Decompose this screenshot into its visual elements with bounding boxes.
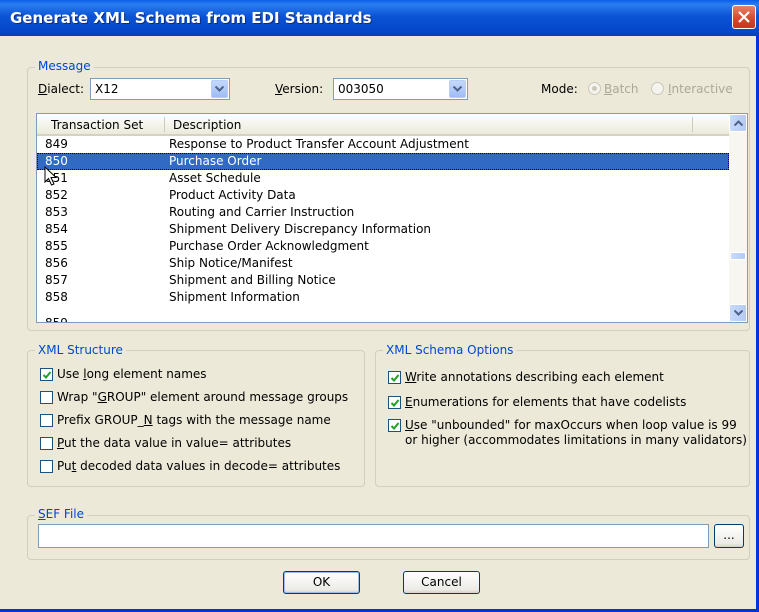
transaction-set-description: Product Activity Data (169, 188, 296, 202)
unbounded-label-line2: or higher (accommodates limitations in m… (405, 433, 747, 447)
transaction-set-code: 857 (45, 273, 68, 287)
checkmark-icon (390, 399, 400, 407)
decode-attributes-checkbox[interactable] (40, 460, 53, 473)
transaction-set-description: Shipment Delivery Discrepancy Informatio… (169, 222, 432, 236)
list-item-partial[interactable]: 859 (37, 307, 729, 322)
sef-file-input[interactable] (38, 524, 709, 548)
dialect-label: Dialect: (38, 82, 84, 96)
transaction-set-code: 853 (45, 205, 68, 219)
mode-interactive-label: Interactive (668, 82, 733, 96)
transaction-set-description: Purchase Order (169, 154, 262, 168)
column-header-description[interactable]: Description (173, 118, 241, 132)
decode-attributes-label: Put decoded data values in decode= attri… (57, 459, 341, 473)
list-item[interactable]: 858 Shipment Information (37, 289, 729, 306)
checkmark-icon (390, 374, 400, 382)
transaction-set-list[interactable]: Transaction Set Description 849 Response … (36, 113, 748, 323)
list-item[interactable]: 857 Shipment and Billing Notice (37, 272, 729, 289)
transaction-set-code: 856 (45, 256, 68, 270)
transaction-set-description: Ship Notice/Manifest (169, 256, 293, 270)
checkmark-icon (390, 422, 400, 430)
list-item[interactable]: 855 Purchase Order Acknowledgment (37, 238, 729, 255)
browse-button[interactable]: ... (714, 524, 744, 548)
list-item[interactable]: 856 Ship Notice/Manifest (37, 255, 729, 272)
list-item[interactable]: 853 Routing and Carrier Instruction (37, 204, 729, 221)
mode-label: Mode: (541, 82, 578, 96)
list-item[interactable]: 854 Shipment Delivery Discrepancy Informa… (37, 221, 729, 238)
message-group-label: Message (35, 59, 94, 73)
chevron-down-icon (215, 86, 224, 92)
close-icon (738, 11, 750, 23)
transaction-set-description: Purchase Order Acknowledgment (169, 239, 369, 253)
version-select[interactable]: 003050 (333, 78, 468, 100)
checkmark-icon (42, 371, 52, 379)
column-header-transaction-set[interactable]: Transaction Set (51, 118, 143, 132)
prefix-group-label: Prefix GROUP_N tags with the message nam… (57, 413, 331, 427)
transaction-set-description: Shipment and Billing Notice (169, 273, 336, 287)
write-annotations-checkbox[interactable] (388, 371, 401, 384)
list-item[interactable]: 850 Purchase Order (37, 153, 729, 170)
wrap-group-label: Wrap "GROUP" element around message grou… (57, 390, 349, 404)
scroll-up-button[interactable] (729, 114, 747, 132)
dialog-window: Generate XML Schema from EDI Standards M… (0, 0, 759, 612)
enumerations-checkbox[interactable] (388, 396, 401, 409)
dialect-value: X12 (95, 82, 119, 96)
cancel-button[interactable]: Cancel (403, 571, 480, 594)
scroll-thumb[interactable] (730, 252, 746, 260)
wrap-group-checkbox[interactable] (40, 391, 53, 404)
list-vertical-scrollbar[interactable] (729, 114, 747, 322)
use-long-names-label: Use long element names (57, 367, 207, 381)
transaction-set-code: 855 (45, 239, 68, 253)
list-header: Transaction Set Description (37, 114, 729, 136)
version-value: 003050 (338, 82, 384, 96)
transaction-set-code: 858 (45, 290, 68, 304)
write-annotations-label: Write annotations describing each elemen… (405, 370, 664, 384)
transaction-set-code: 849 (45, 137, 68, 151)
chevron-up-icon (734, 120, 743, 126)
mode-batch-radio[interactable] (588, 82, 601, 95)
list-item[interactable]: 849 Response to Product Transfer Account … (37, 136, 729, 153)
value-attributes-label: Put the data value in value= attributes (57, 436, 292, 450)
prefix-group-checkbox[interactable] (40, 414, 53, 427)
chevron-down-icon (453, 86, 462, 92)
list-item[interactable]: 851Asset Schedule (37, 170, 729, 187)
unbounded-checkbox[interactable] (388, 419, 401, 432)
transaction-set-code: 852 (45, 188, 68, 202)
mouse-cursor-icon (44, 166, 58, 186)
use-long-names-checkbox[interactable] (40, 368, 53, 381)
transaction-set-description: Response to Product Transfer Account Adj… (169, 137, 469, 151)
xml-structure-group-label: XML Structure (35, 343, 126, 357)
close-button[interactable] (732, 5, 756, 29)
unbounded-label: Use "unbounded" for maxOccurs when loop … (405, 418, 737, 432)
version-label: Version: (275, 82, 324, 96)
transaction-set-code: 854 (45, 222, 68, 236)
chevron-down-icon (734, 310, 743, 316)
ok-button[interactable]: OK (283, 571, 360, 594)
transaction-set-description: Routing and Carrier Instruction (169, 205, 355, 219)
version-dropdown-button[interactable] (449, 80, 466, 98)
scroll-down-button[interactable] (729, 304, 747, 322)
xml-schema-options-group-label: XML Schema Options (383, 343, 517, 357)
list-item[interactable]: 852 Product Activity Data (37, 187, 729, 204)
transaction-set-description: Shipment Information (169, 290, 300, 304)
mode-interactive-radio[interactable] (651, 82, 664, 95)
dialect-select[interactable]: X12 (90, 78, 230, 100)
window-title: Generate XML Schema from EDI Standards (10, 9, 372, 27)
enumerations-label: Enumerations for elements that have code… (405, 395, 687, 409)
title-bar[interactable]: Generate XML Schema from EDI Standards (0, 0, 759, 36)
transaction-set-description: Asset Schedule (169, 171, 261, 185)
mode-batch-label: Batch (604, 82, 639, 96)
dialect-dropdown-button[interactable] (211, 80, 228, 98)
value-attributes-checkbox[interactable] (40, 437, 53, 450)
sef-file-group-label: SEF File (35, 507, 88, 521)
